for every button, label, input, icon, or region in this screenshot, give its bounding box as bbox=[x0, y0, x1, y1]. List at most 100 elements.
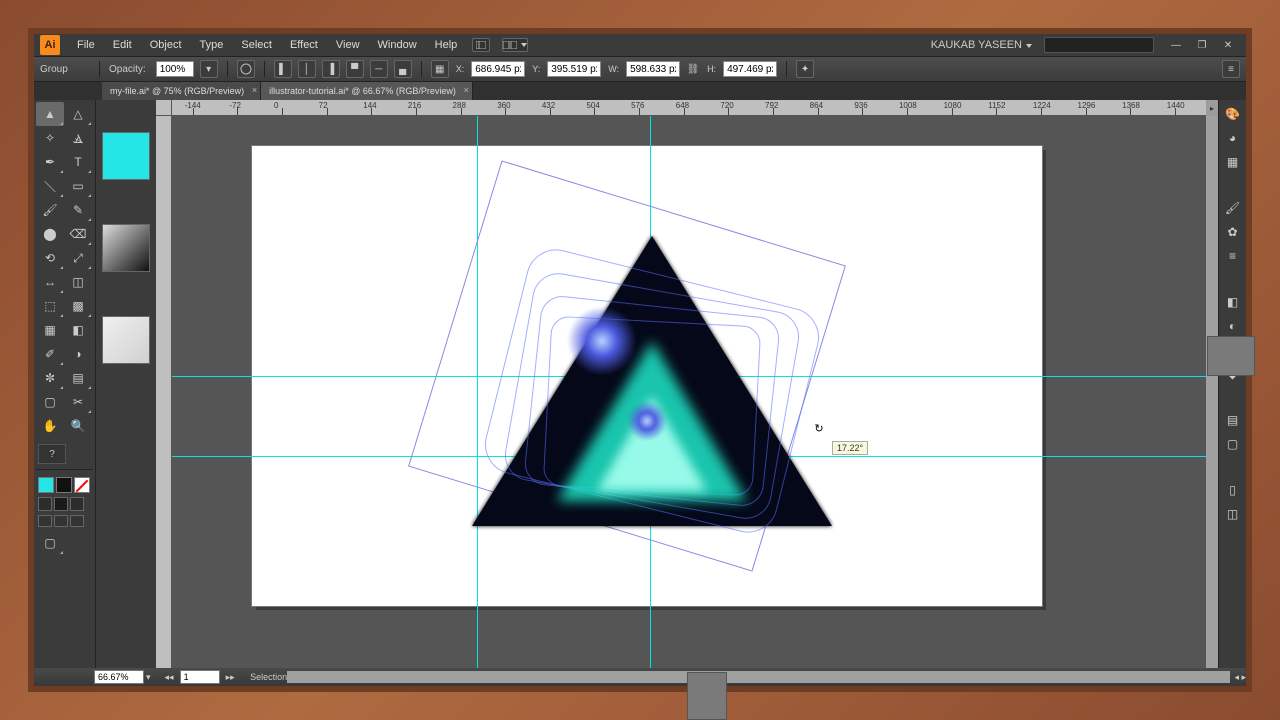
document-tab[interactable]: illustrator-tutorial.ai* @ 66.67% (RGB/P… bbox=[261, 82, 473, 100]
isolate-group-icon[interactable]: ✦ bbox=[796, 60, 814, 78]
stroke-swatch-icon[interactable] bbox=[56, 477, 72, 493]
perspective-grid-tool-icon[interactable]: ▩ bbox=[64, 294, 92, 318]
color-mode-icon[interactable] bbox=[38, 497, 52, 511]
hand-tool-icon[interactable]: ✋ bbox=[36, 414, 64, 438]
vertical-scrollbar[interactable] bbox=[1206, 116, 1218, 668]
column-graph-tool-icon[interactable]: ▤ bbox=[64, 366, 92, 390]
window-minimize-button[interactable]: — bbox=[1164, 37, 1188, 53]
lasso-tool-icon[interactable]: Ⳛ bbox=[64, 126, 92, 150]
menu-view[interactable]: View bbox=[329, 36, 367, 54]
rectangle-tool-icon[interactable]: ▭ bbox=[64, 174, 92, 198]
width-tool-icon[interactable]: ↔ bbox=[36, 270, 64, 294]
layers-panel-icon[interactable]: ▤ bbox=[1223, 410, 1243, 430]
eraser-tool-icon[interactable]: ⌫ bbox=[64, 222, 92, 246]
tool-hints-icon[interactable]: ? bbox=[38, 444, 66, 464]
artboard-nav-input[interactable]: 1 bbox=[180, 670, 220, 684]
document-tab[interactable]: my-file.ai* @ 75% (RGB/Preview)× bbox=[102, 82, 261, 100]
h-input[interactable] bbox=[723, 61, 777, 77]
scale-tool-icon[interactable]: ⤢ bbox=[64, 246, 92, 270]
fill-swatch-icon[interactable] bbox=[38, 477, 54, 493]
window-close-button[interactable]: ✕ bbox=[1216, 37, 1240, 53]
stroke-panel-icon[interactable]: ≡ bbox=[1223, 246, 1243, 266]
paintbrush-tool-icon[interactable]: 🖌 bbox=[36, 198, 64, 222]
align-bottom-icon[interactable]: ▄ bbox=[394, 60, 412, 78]
opacity-input[interactable] bbox=[156, 61, 194, 77]
gradient-tool-icon[interactable]: ◧ bbox=[64, 318, 92, 342]
vertical-ruler[interactable] bbox=[156, 116, 172, 668]
fill-stroke-swatches[interactable] bbox=[38, 477, 90, 493]
draw-behind-icon[interactable] bbox=[54, 515, 68, 527]
arrange-documents-icon[interactable] bbox=[502, 38, 528, 52]
align-right-icon[interactable]: ▐ bbox=[322, 60, 340, 78]
none-mode-icon[interactable] bbox=[70, 497, 84, 511]
rotate-tool-icon[interactable]: ⟲ bbox=[36, 246, 64, 270]
screen-mode-icon[interactable]: ▢ bbox=[36, 531, 64, 555]
opacity-dropdown-icon[interactable]: ▾ bbox=[200, 60, 218, 78]
constrain-proportions-icon[interactable]: ⛓ bbox=[686, 60, 700, 78]
color-guide-panel-icon[interactable]: ◕ bbox=[1223, 128, 1243, 148]
close-icon[interactable]: × bbox=[252, 85, 257, 95]
hscroll-right-arrow-icon[interactable]: ▸ bbox=[1206, 100, 1218, 116]
horizontal-scrollbar[interactable] bbox=[287, 671, 1231, 683]
pencil-tool-icon[interactable]: ✎ bbox=[64, 198, 92, 222]
transparency-panel-icon[interactable]: ◐ bbox=[1223, 316, 1243, 336]
align-left-icon[interactable]: ▌ bbox=[274, 60, 292, 78]
horizontal-ruler[interactable]: -144-72072144216288360432504576648720792… bbox=[172, 100, 1206, 116]
symbols-panel-icon[interactable]: ✿ bbox=[1223, 222, 1243, 242]
color-panel-icon[interactable]: 🎨 bbox=[1223, 104, 1243, 124]
vscroll-thumb[interactable] bbox=[1207, 336, 1255, 376]
pen-tool-icon[interactable]: ✒ bbox=[36, 150, 64, 174]
swatch-cyan[interactable] bbox=[102, 132, 150, 180]
ruler-origin[interactable] bbox=[156, 100, 172, 116]
layout-essentials-icon[interactable] bbox=[472, 38, 490, 52]
y-input[interactable] bbox=[547, 61, 601, 77]
blob-brush-tool-icon[interactable]: ⬤ bbox=[36, 222, 64, 246]
brushes-panel-icon[interactable]: 🖌 bbox=[1223, 198, 1243, 218]
w-input[interactable] bbox=[626, 61, 680, 77]
align-panel-icon[interactable]: ▯ bbox=[1223, 480, 1243, 500]
direct-selection-tool-icon[interactable]: △ bbox=[64, 102, 92, 126]
transform-panel-icon[interactable]: ▦ bbox=[431, 60, 449, 78]
align-top-icon[interactable]: ▀ bbox=[346, 60, 364, 78]
shape-builder-tool-icon[interactable]: ⬚ bbox=[36, 294, 64, 318]
menu-help[interactable]: Help bbox=[428, 36, 465, 54]
blend-tool-icon[interactable]: ◑ bbox=[64, 342, 92, 366]
zoom-tool-icon[interactable]: 🔍 bbox=[64, 414, 92, 438]
search-input[interactable] bbox=[1044, 37, 1154, 53]
menu-object[interactable]: Object bbox=[143, 36, 189, 54]
draw-normal-icon[interactable] bbox=[38, 515, 52, 527]
menu-window[interactable]: Window bbox=[371, 36, 424, 54]
swatch-gradient[interactable] bbox=[102, 224, 150, 272]
recolor-artwork-icon[interactable] bbox=[237, 60, 255, 78]
menu-file[interactable]: File bbox=[70, 36, 102, 54]
symbol-sprayer-tool-icon[interactable]: ✼ bbox=[36, 366, 64, 390]
swatch-grey[interactable] bbox=[102, 316, 150, 364]
line-segment-tool-icon[interactable]: ＼ bbox=[36, 174, 64, 198]
align-center-h-icon[interactable]: │ bbox=[298, 60, 316, 78]
align-center-v-icon[interactable]: ─ bbox=[370, 60, 388, 78]
menu-type[interactable]: Type bbox=[193, 36, 231, 54]
close-icon[interactable]: × bbox=[464, 85, 469, 95]
canvas[interactable]: ↻ 17.22° bbox=[172, 116, 1206, 668]
menu-select[interactable]: Select bbox=[234, 36, 279, 54]
type-tool-icon[interactable]: T bbox=[64, 150, 92, 174]
magic-wand-tool-icon[interactable]: ✧ bbox=[36, 126, 64, 150]
eyedropper-tool-icon[interactable]: ✐ bbox=[36, 342, 64, 366]
artboards-panel-icon[interactable]: ▢ bbox=[1223, 434, 1243, 454]
gradient-panel-icon[interactable]: ◧ bbox=[1223, 292, 1243, 312]
free-transform-tool-icon[interactable]: ◫ bbox=[64, 270, 92, 294]
panel-menu-icon[interactable]: ≡ bbox=[1222, 60, 1240, 78]
artboard-tool-icon[interactable]: ▢ bbox=[36, 390, 64, 414]
zoom-level-input[interactable]: 66.67% bbox=[94, 670, 144, 684]
swatches-panel-icon[interactable]: ▦ bbox=[1223, 152, 1243, 172]
selection-tool-icon[interactable]: ▲ bbox=[36, 102, 64, 126]
draw-inside-icon[interactable] bbox=[70, 515, 84, 527]
pathfinder-panel-icon[interactable]: ◫ bbox=[1223, 504, 1243, 524]
x-input[interactable] bbox=[471, 61, 525, 77]
user-name[interactable]: KAUKAB YASEEN bbox=[931, 39, 1032, 51]
window-maximize-button[interactable]: ❐ bbox=[1190, 37, 1214, 53]
hscroll-thumb[interactable] bbox=[687, 672, 727, 720]
mesh-tool-icon[interactable]: ▦ bbox=[36, 318, 64, 342]
slice-tool-icon[interactable]: ✂ bbox=[64, 390, 92, 414]
gradient-mode-icon[interactable] bbox=[54, 497, 68, 511]
